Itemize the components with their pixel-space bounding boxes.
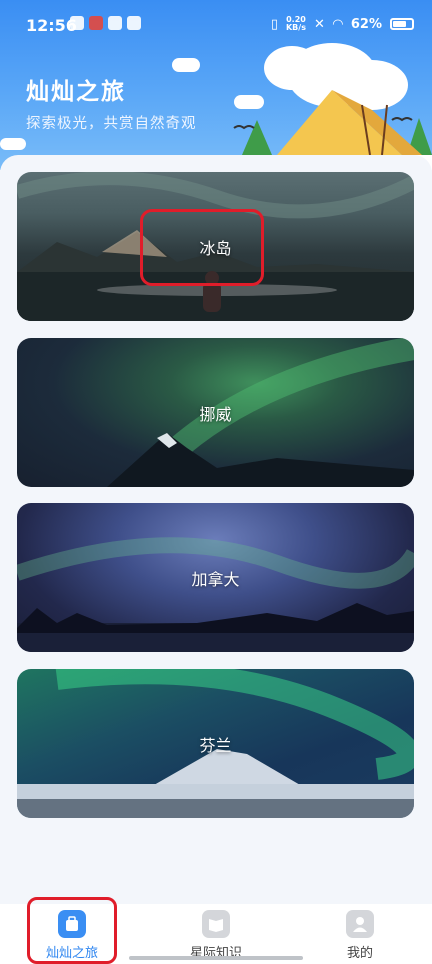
destination-card-norway[interactable]: 挪威 <box>17 338 414 487</box>
destination-card-finland[interactable]: 芬兰 <box>17 669 414 818</box>
destination-label: 芬兰 <box>199 735 232 755</box>
home-indicator[interactable] <box>129 956 303 960</box>
nav-item-knowledge[interactable]: 星际知识 <box>144 904 288 964</box>
notification-icons <box>70 16 141 30</box>
app-subtitle: 探索极光，共赏自然奇观 <box>26 116 197 132</box>
destination-label: 加拿大 <box>191 569 240 589</box>
destination-card-canada[interactable]: 加拿大 <box>17 503 414 652</box>
app-notification-icon <box>70 16 84 30</box>
cloud-decoration <box>0 138 26 150</box>
destination-label: 挪威 <box>199 404 232 424</box>
app-notification-icon <box>89 16 103 30</box>
highlight-box <box>140 209 264 286</box>
header: 12:56 ▯ 0.20 KB/s ✕ ◠ 62% 灿灿之旅 探索极光，共赏自然… <box>0 0 432 170</box>
battery-icon <box>390 18 414 30</box>
profile-icon <box>346 910 374 938</box>
app-title: 灿灿之旅 <box>26 79 126 105</box>
cloud-decoration <box>172 58 200 72</box>
book-icon <box>202 910 230 938</box>
tent-illustration <box>222 43 432 170</box>
nav-label: 我的 <box>346 946 373 961</box>
nav-item-profile[interactable]: 我的 <box>288 904 432 964</box>
highlight-box <box>27 897 117 964</box>
message-notification-icon <box>127 16 141 30</box>
tiktok-notification-icon <box>108 16 122 30</box>
